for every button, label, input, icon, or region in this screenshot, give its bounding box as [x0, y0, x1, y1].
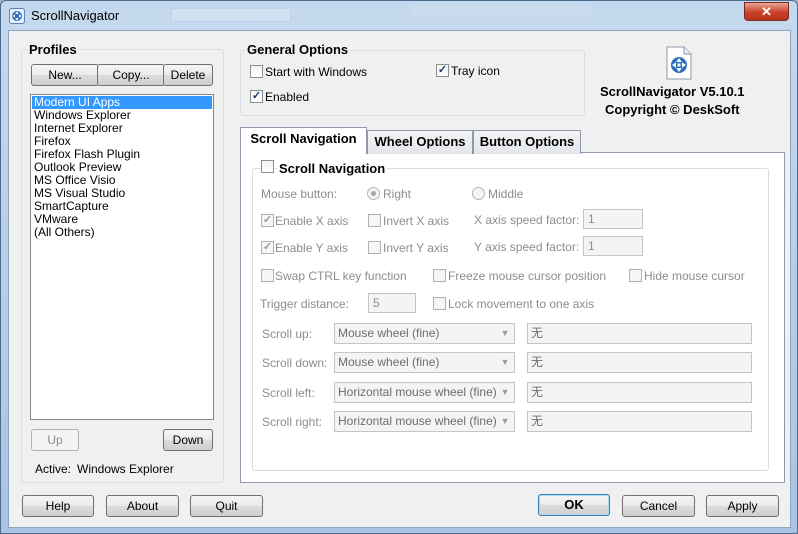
enable-x-checkbox[interactable]: ✓ — [261, 214, 274, 227]
window-title: ScrollNavigator — [31, 8, 120, 23]
cancel-button[interactable]: Cancel — [622, 495, 695, 517]
scroll-up-hotkey[interactable]: 无 — [527, 323, 752, 344]
y-speed-input[interactable]: 1 — [583, 236, 643, 256]
invert-y-label[interactable]: Invert Y axis — [383, 241, 449, 255]
scroll-left-value: Horizontal mouse wheel (fine) — [338, 385, 497, 399]
trigger-distance-input[interactable]: 5 — [368, 293, 416, 313]
invert-x-label[interactable]: Invert X axis — [383, 214, 449, 228]
scroll-right-select[interactable]: Horizontal mouse wheel (fine) ▼ — [334, 411, 515, 432]
profile-item[interactable]: (All Others) — [32, 226, 212, 239]
x-speed-label: X axis speed factor: — [474, 213, 580, 227]
middle-button-radio[interactable] — [472, 187, 485, 200]
scroll-navigation-checkbox[interactable] — [261, 160, 274, 173]
general-options-group — [240, 50, 585, 116]
copy-profile-button[interactable]: Copy... — [97, 64, 165, 86]
new-profile-button[interactable]: New... — [31, 64, 99, 86]
enable-y-label[interactable]: Enable Y axis — [275, 241, 348, 255]
app-window: ScrollNavigator ✕ Profiles New... Copy..… — [0, 0, 798, 534]
scroll-left-label: Scroll left: — [262, 386, 315, 400]
tray-icon-checkbox[interactable]: ✓ — [436, 64, 449, 77]
scroll-down-select[interactable]: Mouse wheel (fine) ▼ — [334, 352, 515, 373]
scroll-up-select[interactable]: Mouse wheel (fine) ▼ — [334, 323, 515, 344]
active-label: Active: — [35, 462, 72, 476]
profiles-title: Profiles — [27, 42, 79, 57]
hide-cursor-checkbox[interactable] — [629, 269, 642, 282]
invert-y-checkbox[interactable] — [368, 241, 381, 254]
mouse-button-label: Mouse button: — [261, 187, 338, 201]
x-speed-input[interactable]: 1 — [583, 209, 643, 229]
help-button[interactable]: Help — [22, 495, 94, 517]
scroll-right-label: Scroll right: — [262, 415, 323, 429]
scroll-left-hotkey[interactable]: 无 — [527, 382, 752, 403]
enabled-label[interactable]: Enabled — [265, 90, 309, 104]
profiles-list[interactable]: Modern UI Apps Windows Explorer Internet… — [30, 94, 214, 420]
hide-cursor-label[interactable]: Hide mouse cursor — [644, 269, 745, 283]
trigger-distance-label: Trigger distance: — [260, 297, 349, 311]
quit-button[interactable]: Quit — [190, 495, 263, 517]
chevron-down-icon: ▼ — [500, 357, 510, 367]
tab-scroll-navigation[interactable]: Scroll Navigation — [240, 127, 367, 154]
start-with-windows-checkbox[interactable] — [250, 65, 263, 78]
active-profile-value: Windows Explorer — [77, 462, 174, 476]
scroll-navigation-title[interactable]: Scroll Navigation — [277, 161, 388, 176]
swap-ctrl-label[interactable]: Swap CTRL key function — [275, 269, 407, 283]
chevron-down-icon: ▼ — [500, 416, 510, 426]
enabled-checkbox[interactable]: ✓ — [250, 90, 263, 103]
move-up-button[interactable]: Up — [31, 429, 79, 451]
app-icon — [9, 8, 25, 24]
scroll-down-hotkey[interactable]: 无 — [527, 352, 752, 373]
start-with-windows-label[interactable]: Start with Windows — [265, 65, 367, 79]
scroll-right-hotkey[interactable]: 无 — [527, 411, 752, 432]
enable-x-label[interactable]: Enable X axis — [275, 214, 348, 228]
dialog-client: Profiles New... Copy... Delete Modern UI… — [8, 30, 791, 528]
tab-button-options[interactable]: Button Options — [473, 130, 581, 154]
general-options-title: General Options — [245, 42, 351, 57]
scroll-up-label: Scroll up: — [262, 327, 313, 341]
enable-y-checkbox[interactable]: ✓ — [261, 241, 274, 254]
right-button-label[interactable]: Right — [383, 187, 411, 201]
scroll-down-label: Scroll down: — [262, 356, 328, 370]
middle-button-label[interactable]: Middle — [488, 187, 523, 201]
background-window-ghost — [171, 4, 591, 28]
lock-axis-label[interactable]: Lock movement to one axis — [448, 297, 594, 311]
right-button-radio[interactable] — [367, 187, 380, 200]
scroll-up-value: Mouse wheel (fine) — [338, 326, 440, 340]
scroll-down-value: Mouse wheel (fine) — [338, 355, 440, 369]
version-text: ScrollNavigator V5.10.1 — [600, 84, 745, 99]
close-button[interactable]: ✕ — [744, 2, 789, 21]
tray-icon-label[interactable]: Tray icon — [451, 64, 500, 78]
chevron-down-icon: ▼ — [500, 328, 510, 338]
tab-wheel-options[interactable]: Wheel Options — [367, 130, 473, 154]
ok-button[interactable]: OK — [538, 494, 610, 516]
title-bar[interactable]: ScrollNavigator ✕ — [1, 1, 797, 30]
lock-axis-checkbox[interactable] — [433, 297, 446, 310]
delete-profile-button[interactable]: Delete — [163, 64, 213, 86]
scroll-right-value: Horizontal mouse wheel (fine) — [338, 414, 497, 428]
invert-x-checkbox[interactable] — [368, 214, 381, 227]
scrollnavigator-document-icon — [666, 46, 692, 80]
chevron-down-icon: ▼ — [500, 387, 510, 397]
y-speed-label: Y axis speed factor: — [474, 240, 580, 254]
move-down-button[interactable]: Down — [163, 429, 213, 451]
about-button[interactable]: About — [106, 495, 179, 517]
freeze-cursor-label[interactable]: Freeze mouse cursor position — [448, 269, 606, 283]
apply-button[interactable]: Apply — [706, 495, 779, 517]
swap-ctrl-checkbox[interactable] — [261, 269, 274, 282]
copyright-text: Copyright © DeskSoft — [605, 102, 740, 117]
freeze-cursor-checkbox[interactable] — [433, 269, 446, 282]
scroll-left-select[interactable]: Horizontal mouse wheel (fine) ▼ — [334, 382, 515, 403]
